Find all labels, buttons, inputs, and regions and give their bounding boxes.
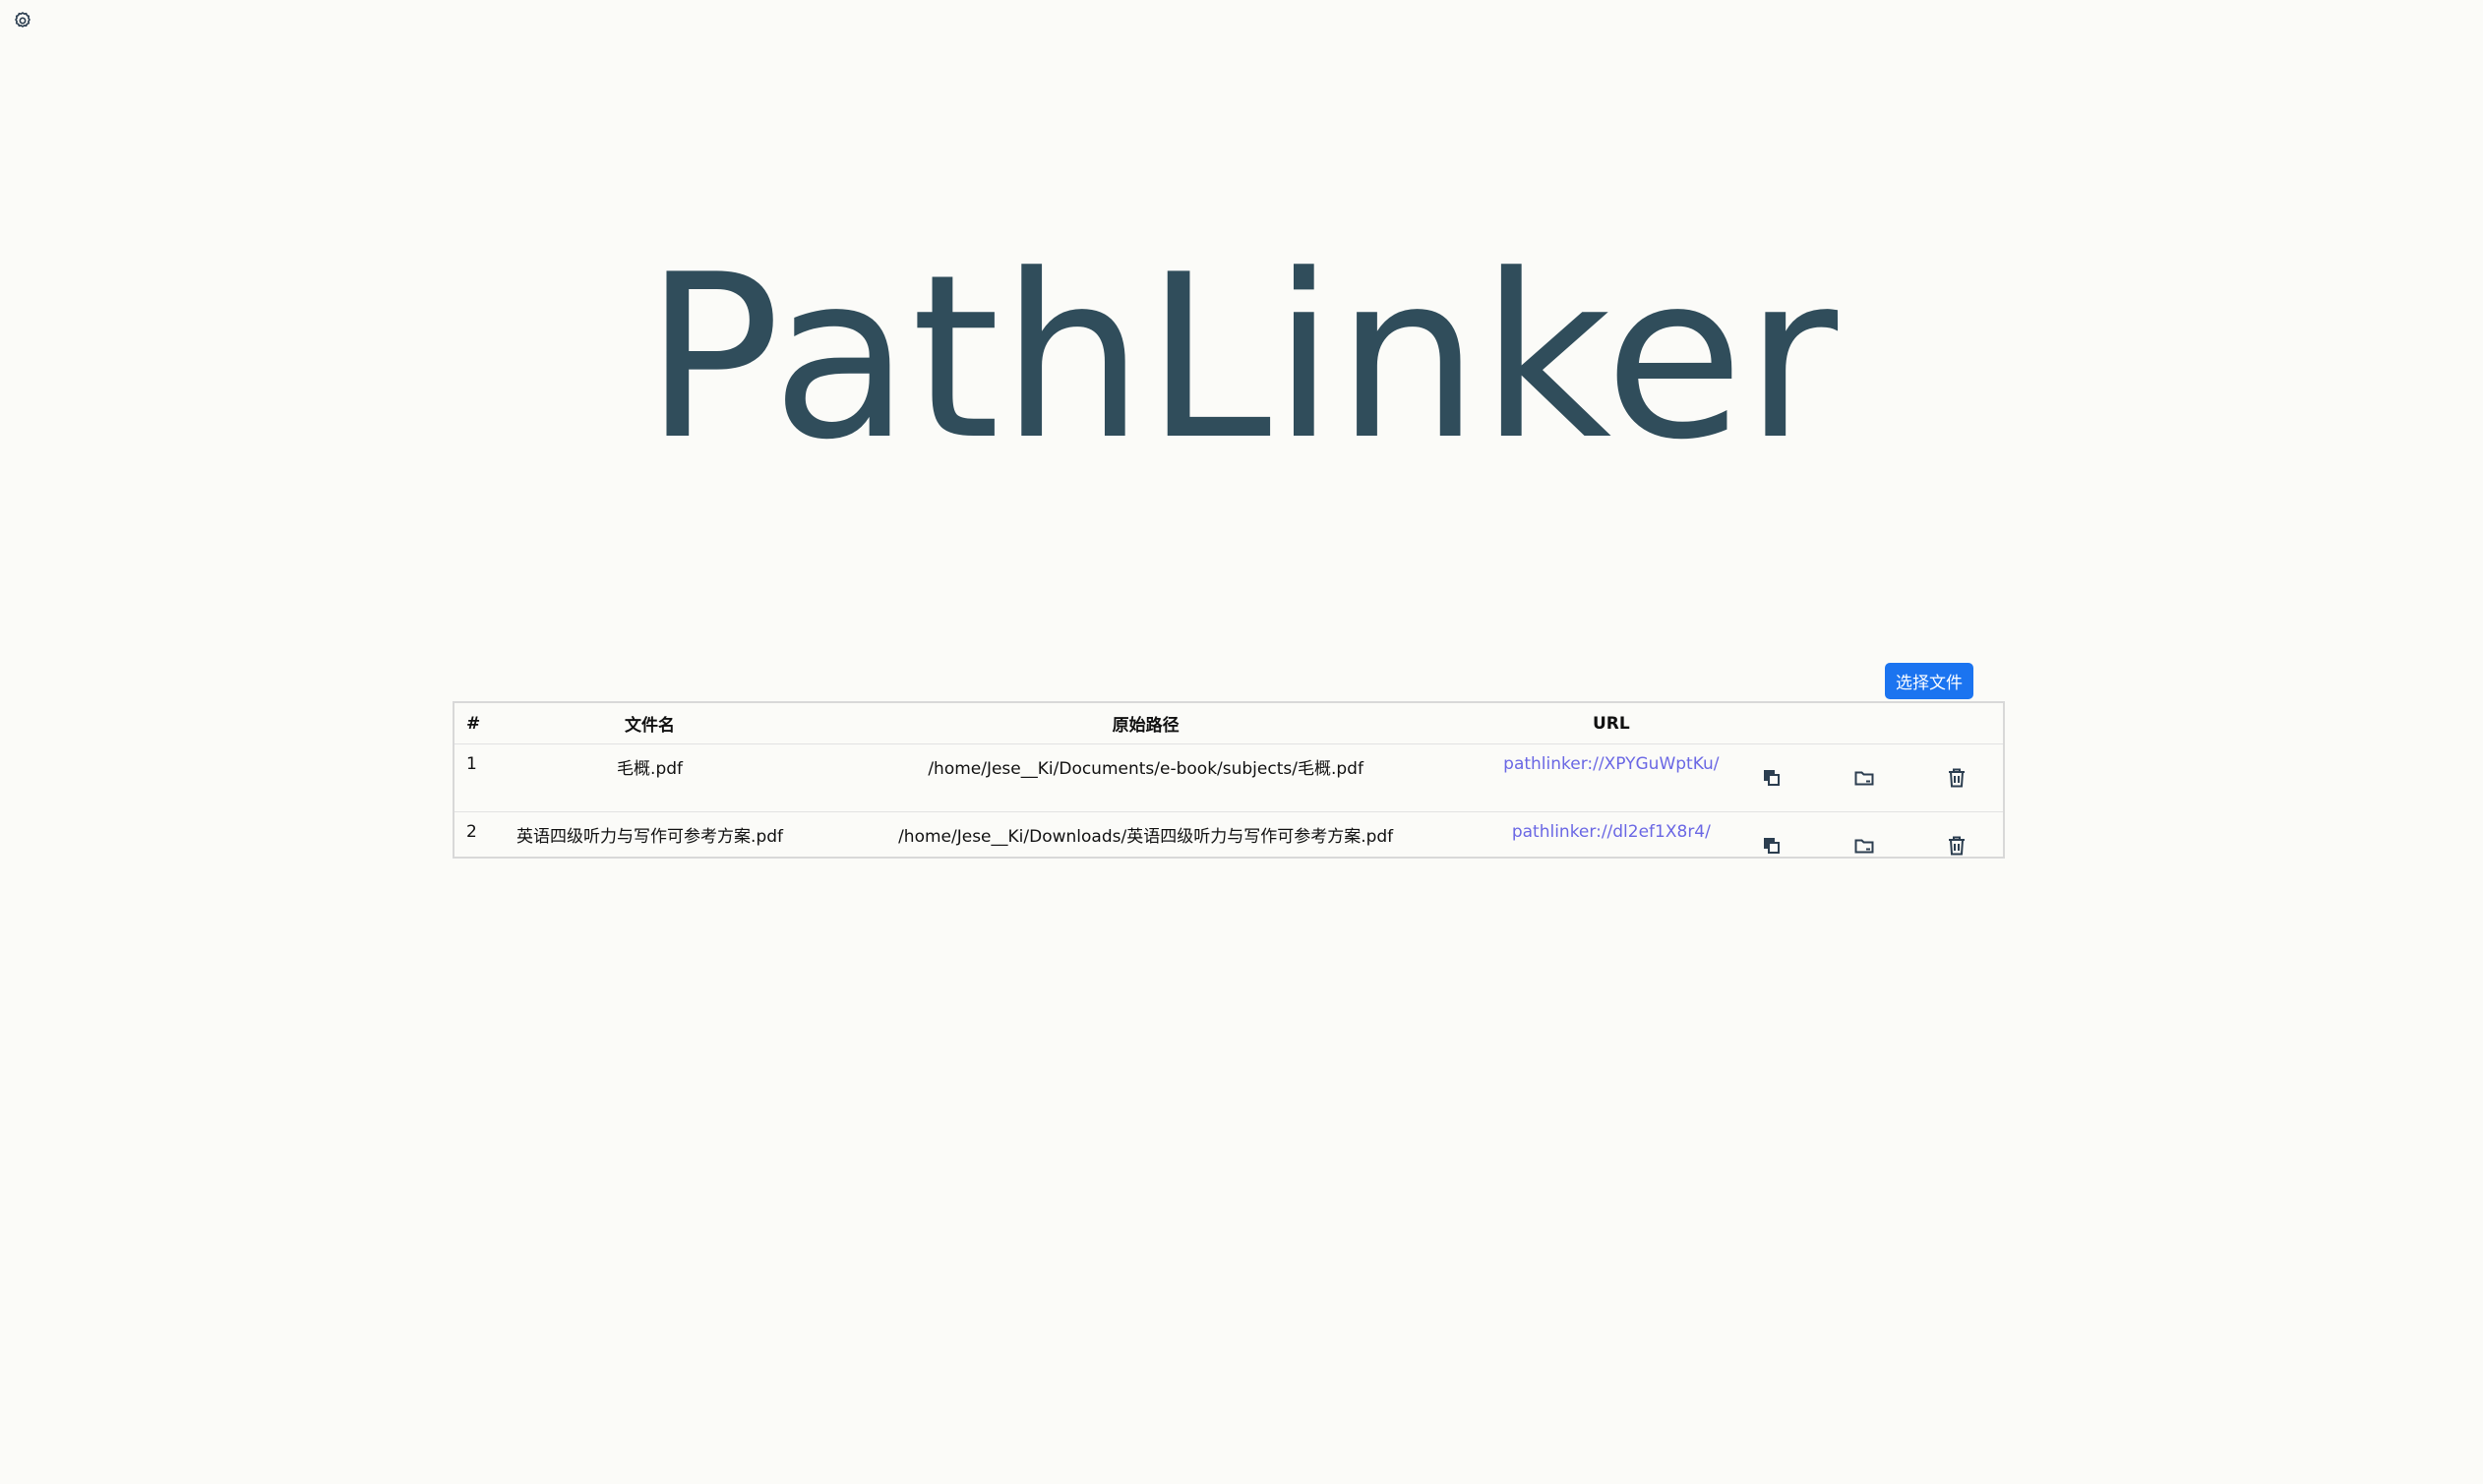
copy-button[interactable]	[1758, 764, 1786, 792]
table-header-row: # 文件名 原始路径 URL	[454, 703, 2003, 744]
row-index: 2	[466, 822, 477, 842]
app-title: PathLinker	[643, 227, 1840, 490]
header-path: 原始路径	[794, 703, 1497, 744]
header-url: URL	[1496, 703, 1726, 744]
delete-button[interactable]	[1943, 832, 1970, 860]
table-row: 1 毛概.pdf /home/Jese__Ki/Documents/e-book…	[454, 743, 2003, 812]
header-open	[1817, 703, 1910, 744]
open-folder-button[interactable]	[1850, 832, 1878, 860]
settings-button[interactable]	[8, 6, 37, 35]
select-file-button[interactable]: 选择文件	[1885, 663, 1973, 699]
file-table: # 文件名 原始路径 URL 1 毛概.pdf /home/Jese__Ki/D…	[453, 701, 2005, 859]
row-url-link[interactable]: pathlinker://XPYGuWptKu/	[1503, 754, 1719, 774]
table-row: 2 英语四级听力与写作可参考方案.pdf /home/Jese__Ki/Down…	[454, 812, 2003, 880]
header-index: #	[454, 703, 506, 744]
row-filename: 英语四级听力与写作可参考方案.pdf	[516, 827, 784, 847]
row-url-link[interactable]: pathlinker://dl2ef1X8r4/	[1512, 822, 1711, 842]
copy-icon	[1763, 770, 1780, 786]
trash-icon	[1948, 836, 1965, 855]
row-path: /home/Jese__Ki/Documents/e-book/subjects…	[794, 743, 1497, 812]
open-folder-button[interactable]	[1850, 764, 1878, 792]
gear-icon	[15, 12, 30, 28]
delete-button[interactable]	[1943, 764, 1970, 792]
trash-icon	[1948, 768, 1965, 787]
header-copy	[1726, 703, 1818, 744]
folder-icon	[1854, 771, 1873, 786]
folder-icon	[1854, 839, 1873, 854]
header-filename: 文件名	[505, 703, 795, 744]
row-index: 1	[454, 743, 506, 812]
row-path: /home/Jese__Ki/Downloads/英语四级听力与写作可参考方案.…	[898, 827, 1394, 847]
copy-button[interactable]	[1758, 832, 1786, 860]
copy-icon	[1763, 838, 1780, 854]
row-filename: 毛概.pdf	[505, 743, 795, 812]
header-delete	[1909, 703, 2003, 744]
